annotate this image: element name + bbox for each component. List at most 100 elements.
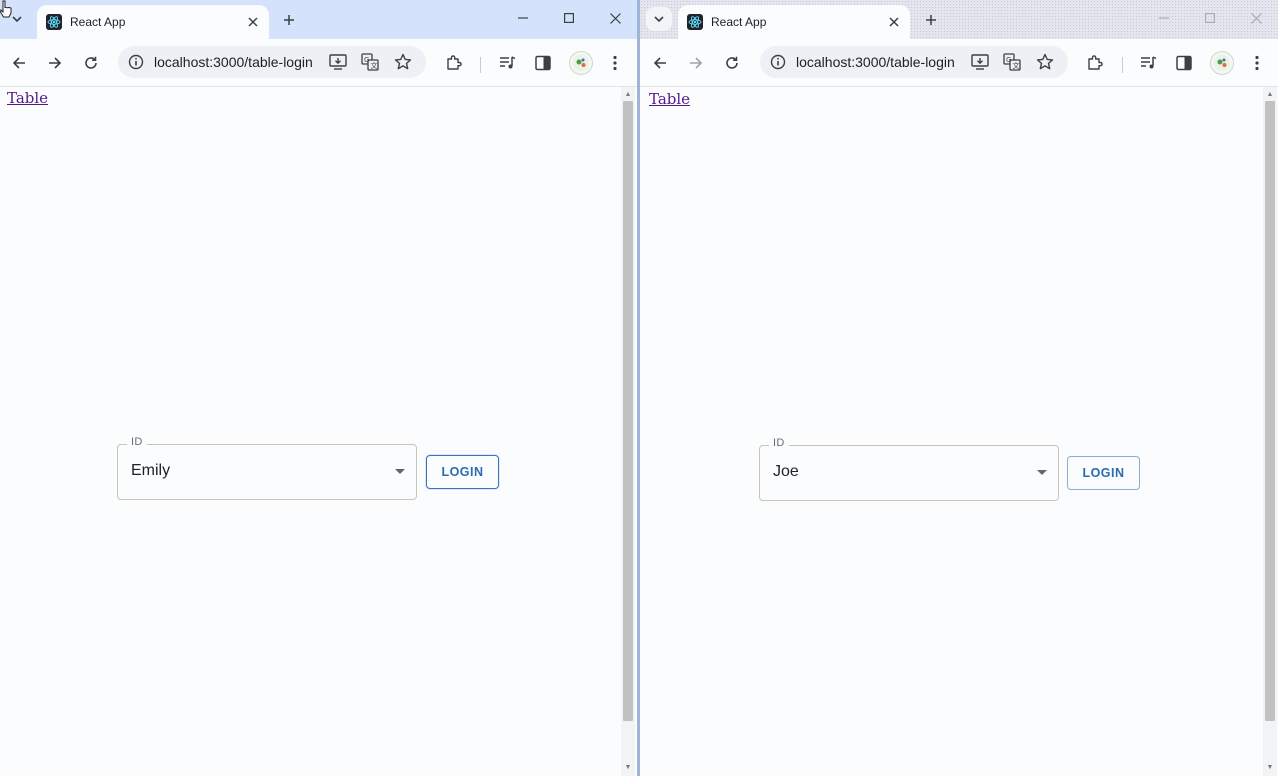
mouse-cursor-icon xyxy=(0,0,12,18)
tab-title: React App xyxy=(711,15,767,29)
caret-down-icon xyxy=(1037,470,1047,475)
extensions-icon xyxy=(1088,55,1103,70)
svg-text:文: 文 xyxy=(1013,61,1020,70)
svg-text:G: G xyxy=(364,56,369,64)
scrollbar-thumb[interactable] xyxy=(623,101,633,721)
forward-button[interactable] xyxy=(682,49,710,77)
menu-icon xyxy=(613,55,617,71)
forward-button[interactable] xyxy=(41,49,69,77)
back-icon xyxy=(12,57,25,69)
tab-react-app[interactable]: React App xyxy=(37,5,269,39)
extensions-button[interactable] xyxy=(1081,49,1109,77)
star-icon[interactable] xyxy=(391,50,415,74)
minimize-button[interactable] xyxy=(500,0,546,36)
reload-button[interactable] xyxy=(77,49,105,77)
menu-button[interactable] xyxy=(1243,49,1271,77)
scroll-up-icon[interactable]: ▲ xyxy=(624,91,632,99)
maximize-icon xyxy=(564,13,574,23)
browser-window-left: React App localhost:3000/table-login G 文… xyxy=(0,0,637,776)
caret-down-icon xyxy=(395,469,405,474)
avatar[interactable] xyxy=(569,51,593,75)
reload-icon xyxy=(726,56,738,69)
forward-icon xyxy=(49,57,62,69)
toolbar-separator xyxy=(1122,57,1123,73)
svg-text:G: G xyxy=(1006,56,1011,64)
translate-icon[interactable]: G文 xyxy=(358,50,382,74)
react-logo-icon xyxy=(46,14,62,30)
info-icon[interactable] xyxy=(768,52,788,72)
select-value: Joe xyxy=(773,463,799,480)
star-icon[interactable] xyxy=(1033,50,1057,74)
tab-react-app[interactable]: React App xyxy=(678,5,910,39)
id-select[interactable]: ID Joe xyxy=(759,437,1059,501)
maximize-button[interactable] xyxy=(546,0,592,36)
minimize-icon xyxy=(518,17,528,19)
close-tab-button[interactable] xyxy=(241,10,265,34)
new-tab-button[interactable] xyxy=(918,7,944,33)
media-button[interactable] xyxy=(494,49,522,77)
minimize-button[interactable] xyxy=(1141,0,1187,36)
reload-button[interactable] xyxy=(718,49,746,77)
close-tab-button[interactable] xyxy=(882,10,906,34)
install-icon[interactable] xyxy=(326,50,350,74)
select-outline xyxy=(759,445,1059,501)
id-select[interactable]: ID Emily xyxy=(117,436,417,500)
toolbar-separator xyxy=(480,57,481,73)
forward-icon xyxy=(690,57,703,69)
sidepanel-icon xyxy=(1176,55,1192,71)
select-value: Emily xyxy=(131,462,171,479)
chevron-down-icon xyxy=(654,16,664,23)
url-text: localhost:3000/table-login xyxy=(796,54,955,70)
new-tab-button[interactable] xyxy=(276,7,302,33)
side-panel-button[interactable] xyxy=(529,49,557,77)
login-button[interactable]: LOGIN xyxy=(1067,456,1140,490)
side-panel-button[interactable] xyxy=(1170,49,1198,77)
media-icon xyxy=(1141,56,1157,69)
toolbar: localhost:3000/table-login G文 xyxy=(0,39,637,87)
url-text: localhost:3000/table-login xyxy=(154,54,313,70)
select-label: ID xyxy=(127,436,147,448)
address-bar[interactable]: localhost:3000/table-login G文 xyxy=(760,46,1068,78)
page-content: Table ID Joe LOGIN ▲ ▼ xyxy=(640,87,1278,776)
close-icon xyxy=(609,12,621,24)
scroll-down-icon[interactable]: ▼ xyxy=(1266,764,1274,772)
close-window-button[interactable] xyxy=(592,0,637,36)
info-icon[interactable] xyxy=(126,52,146,72)
scroll-down-icon[interactable]: ▼ xyxy=(624,764,632,772)
maximize-icon xyxy=(1205,13,1215,23)
media-icon xyxy=(500,56,516,69)
tab-search-button[interactable] xyxy=(646,7,672,31)
install-icon[interactable] xyxy=(968,50,992,74)
scroll-up-icon[interactable]: ▲ xyxy=(1266,91,1274,99)
close-icon xyxy=(889,17,899,27)
close-icon xyxy=(248,17,258,27)
tab-strip: React App xyxy=(0,0,637,39)
avatar[interactable] xyxy=(1210,51,1234,75)
close-icon xyxy=(1250,12,1262,24)
scrollbar[interactable]: ▲ ▼ xyxy=(621,87,635,776)
extensions-button[interactable] xyxy=(440,49,468,77)
media-button[interactable] xyxy=(1135,49,1163,77)
react-logo-icon xyxy=(687,14,703,30)
tab-strip: React App xyxy=(640,0,1278,39)
address-bar[interactable]: localhost:3000/table-login G文 xyxy=(118,46,426,78)
tab-title: React App xyxy=(70,15,126,29)
table-link[interactable]: Table xyxy=(7,89,48,107)
back-button[interactable] xyxy=(646,49,674,77)
plus-icon xyxy=(284,15,294,25)
login-button[interactable]: LOGIN xyxy=(426,455,499,489)
sidepanel-icon xyxy=(535,55,551,71)
table-link[interactable]: Table xyxy=(649,90,690,108)
menu-button[interactable] xyxy=(601,49,629,77)
toolbar: localhost:3000/table-login G文 xyxy=(640,39,1278,87)
minimize-icon xyxy=(1159,17,1169,19)
scrollbar[interactable]: ▲ ▼ xyxy=(1263,87,1277,776)
extensions-icon xyxy=(447,55,462,70)
maximize-button[interactable] xyxy=(1187,0,1233,36)
scrollbar-thumb[interactable] xyxy=(1265,101,1275,721)
menu-icon xyxy=(1255,55,1259,71)
plus-icon xyxy=(926,15,936,25)
back-button[interactable] xyxy=(5,49,33,77)
close-window-button[interactable] xyxy=(1233,0,1278,36)
translate-icon[interactable]: G文 xyxy=(1000,50,1024,74)
